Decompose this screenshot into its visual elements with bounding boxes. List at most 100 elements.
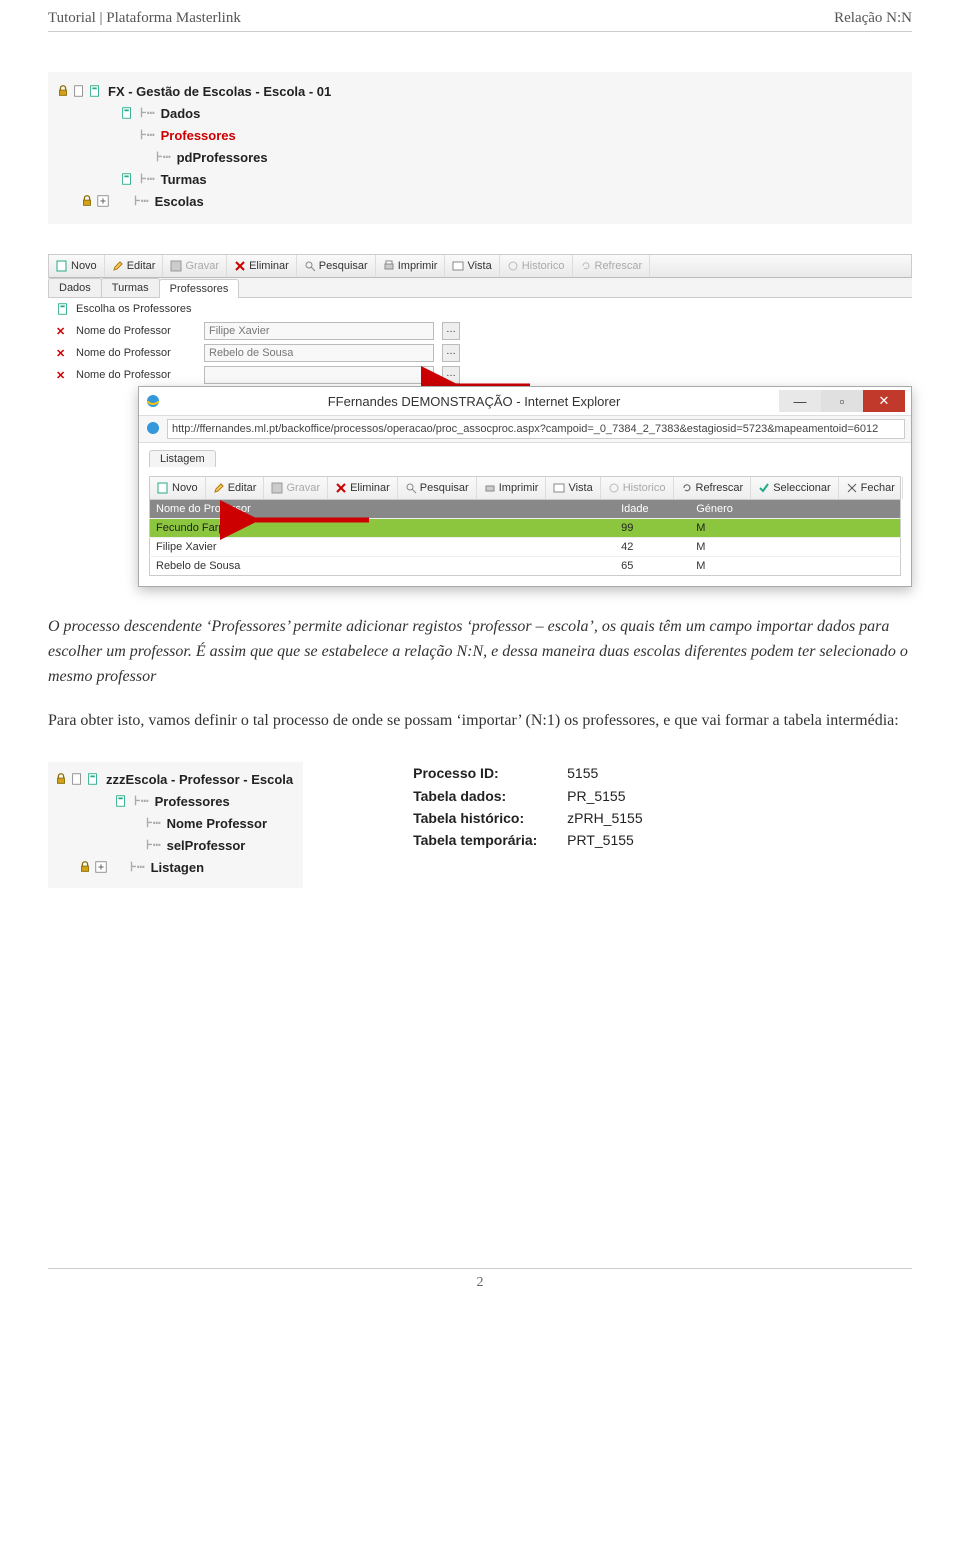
table-row[interactable]: Fecundo Farpas 99 M [150,519,901,538]
document-green-icon [120,106,134,120]
close-button[interactable]: ✕ [863,390,905,412]
btn-label: Editar [228,482,257,494]
proc-value: PR_5155 [567,785,625,807]
toolbar-gravar-button[interactable]: Gravar [163,255,227,277]
table-row[interactable]: Filipe Xavier 42 M [150,538,901,557]
popup-novo-button[interactable]: Novo [150,477,206,499]
lookup-button[interactable]: … [442,322,460,340]
btn-label: Refrescar [595,260,643,272]
btn-label: Eliminar [249,260,289,272]
tree-item[interactable]: ⊦⋯ Turmas [56,168,904,190]
toolbar-refrescar-button[interactable]: Refrescar [573,255,651,277]
popup-editar-button[interactable]: Editar [206,477,265,499]
toolbar-novo-button[interactable]: Novo [49,255,105,277]
professor-name-input[interactable] [204,366,434,384]
toolbar-eliminar-button[interactable]: Eliminar [227,255,297,277]
popup-pesquisar-button[interactable]: Pesquisar [398,477,477,499]
expand-icon[interactable] [96,194,110,208]
tree-item[interactable]: ⊦⋯ pdProfessores [56,146,904,168]
maximize-button[interactable]: ▫ [821,390,863,412]
tree-item-label: Professores [161,128,236,143]
tab-label: Turmas [112,282,149,294]
save-icon [271,482,283,494]
btn-label: Imprimir [398,260,438,272]
page-footer: 2 [48,1268,912,1291]
tab-listagem[interactable]: Listagem [149,450,216,467]
toolbar-imprimir-button[interactable]: Imprimir [376,255,446,277]
popup-historico-button[interactable]: Historico [601,477,674,499]
btn-label: Vista [467,260,491,272]
professor-name-input[interactable] [204,344,434,362]
lookup-button[interactable]: … [442,344,460,362]
popup-fechar-button[interactable]: Fechar [839,477,903,499]
document-icon [72,84,86,98]
btn-label: Refrescar [696,482,744,494]
ie-title-text: FFernandes DEMONSTRAÇÃO - Internet Explo… [169,394,779,409]
page-number: 2 [477,1275,484,1290]
proc-value: 5155 [567,762,598,784]
tree-item-label: Nome Professor [167,816,267,831]
toolbar-editar-button[interactable]: Editar [105,255,164,277]
popup-eliminar-button[interactable]: Eliminar [328,477,398,499]
minimize-button[interactable]: — [779,390,821,412]
tab-turmas[interactable]: Turmas [101,278,160,297]
cell-genero: M [690,557,900,576]
tree-item[interactable]: ⊦⋯ selProfessor [54,834,293,856]
tree1-root[interactable]: FX - Gestão de Escolas - Escola - 01 [56,80,904,102]
url-field[interactable]: http://ffernandes.ml.pt/backoffice/proce… [167,419,905,439]
tree-connector: ⊦⋯ [130,860,145,875]
tree-item[interactable]: ⊦⋯ Dados [56,102,904,124]
tree-item[interactable]: ⊦⋯ Professores [54,790,293,812]
col-nome[interactable]: Nome do Professor [150,500,616,519]
save-icon [170,260,182,272]
tree-item[interactable]: ⊦⋯ Escolas [56,190,904,212]
table-row[interactable]: Rebelo de Sousa 65 M [150,557,901,576]
tree-item[interactable]: ⊦⋯ Listagen [54,856,293,878]
tree-connector: ⊦⋯ [146,816,161,831]
btn-label: Vista [568,482,592,494]
professors-table: Nome do Professor Idade Género Fecundo F… [149,500,901,576]
refresh-icon [681,482,693,494]
address-bar: http://ffernandes.ml.pt/backoffice/proce… [139,415,911,443]
ie-popup-window: FFernandes DEMONSTRAÇÃO - Internet Explo… [138,386,912,587]
popup-seleccionar-button[interactable]: Seleccionar [751,477,838,499]
remove-icon[interactable]: ✕ [56,347,68,360]
tree-connector: ⊦⋯ [134,194,149,209]
proc-row: Processo ID: 5155 [413,762,643,784]
header-right: Relação N:N [834,10,912,27]
col-genero[interactable]: Género [690,500,900,519]
remove-icon[interactable]: ✕ [56,325,68,338]
btn-label: Editar [127,260,156,272]
toolbar-vista-button[interactable]: Vista [445,255,499,277]
print-icon [383,260,395,272]
toolbar-historico-button[interactable]: Historico [500,255,573,277]
popup-gravar-button[interactable]: Gravar [264,477,328,499]
document-green-icon [86,772,100,786]
tree-connector: ⊦⋯ [134,794,149,809]
tree-item-label: Turmas [161,172,207,187]
screenshot-tree: FX - Gestão de Escolas - Escola - 01 ⊦⋯ … [48,72,912,224]
expand-icon[interactable] [94,860,108,874]
search-icon [405,482,417,494]
tree-item[interactable]: ⊦⋯ Professores [56,124,904,146]
tab-label: Dados [59,282,91,294]
tab-dados[interactable]: Dados [48,278,102,297]
tree-item[interactable]: ⊦⋯ Nome Professor [54,812,293,834]
tab-professores[interactable]: Professores [159,279,240,298]
popup-refrescar-button[interactable]: Refrescar [674,477,752,499]
lookup-button[interactable]: … [442,366,460,384]
popup-imprimir-button[interactable]: Imprimir [477,477,547,499]
professor-name-input[interactable] [204,322,434,340]
btn-label: Fechar [861,482,895,494]
document-icon [157,482,169,494]
popup-vista-button[interactable]: Vista [546,477,600,499]
col-idade[interactable]: Idade [615,500,690,519]
tree2-root[interactable]: zzzEscola - Professor - Escola [54,768,293,790]
professor-field-row: ✕ Nome do Professor … [48,364,912,386]
proc-label: Processo ID: [413,762,543,784]
ie-small-icon [145,420,161,439]
history-icon [507,260,519,272]
toolbar-main: Novo Editar Gravar Eliminar Pesquisar Im… [48,254,912,278]
remove-icon[interactable]: ✕ [56,369,68,382]
toolbar-pesquisar-button[interactable]: Pesquisar [297,255,376,277]
